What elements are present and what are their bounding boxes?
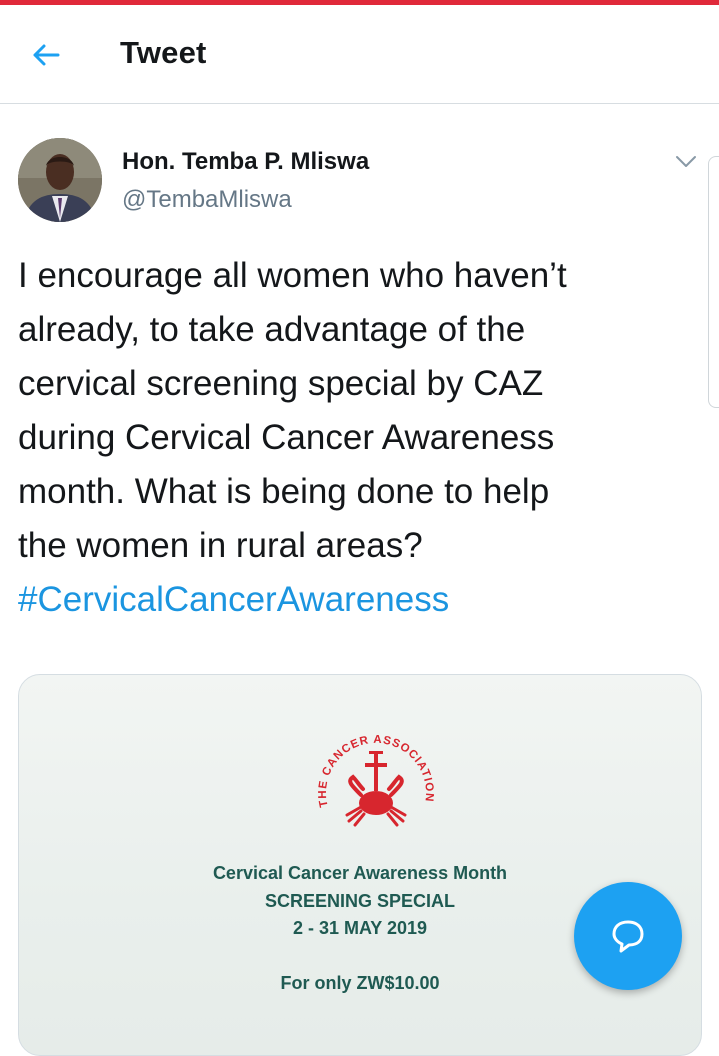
app-header: Tweet: [0, 5, 719, 104]
media-line-title: Cervical Cancer Awareness Month: [212, 863, 508, 883]
page-title: Tweet: [120, 35, 207, 70]
reply-bubble-icon: [612, 920, 644, 953]
tweet-menu-button[interactable]: [668, 144, 704, 180]
tweet-text: I encourage all women who haven’t alread…: [18, 256, 567, 565]
avatar[interactable]: [18, 138, 102, 222]
cancer-association-logo: THE CANCER ASSOCIATION OF ZIMBABWE: [301, 715, 434, 827]
reply-fab-button[interactable]: [574, 882, 682, 990]
back-button[interactable]: [22, 35, 70, 75]
tweet-media-image[interactable]: THE CANCER ASSOCIATION OF ZIMBABWE Cervi…: [18, 674, 702, 1056]
author-handle[interactable]: @TembaMliswa: [122, 186, 292, 214]
author-name[interactable]: Hon. Temba P. Mliswa: [122, 148, 369, 176]
side-panel-edge: [708, 156, 719, 408]
arrow-left-icon: [33, 44, 60, 66]
hashtag-link[interactable]: #CervicalCancerAwareness: [18, 573, 449, 627]
chevron-down-icon: [676, 156, 696, 167]
